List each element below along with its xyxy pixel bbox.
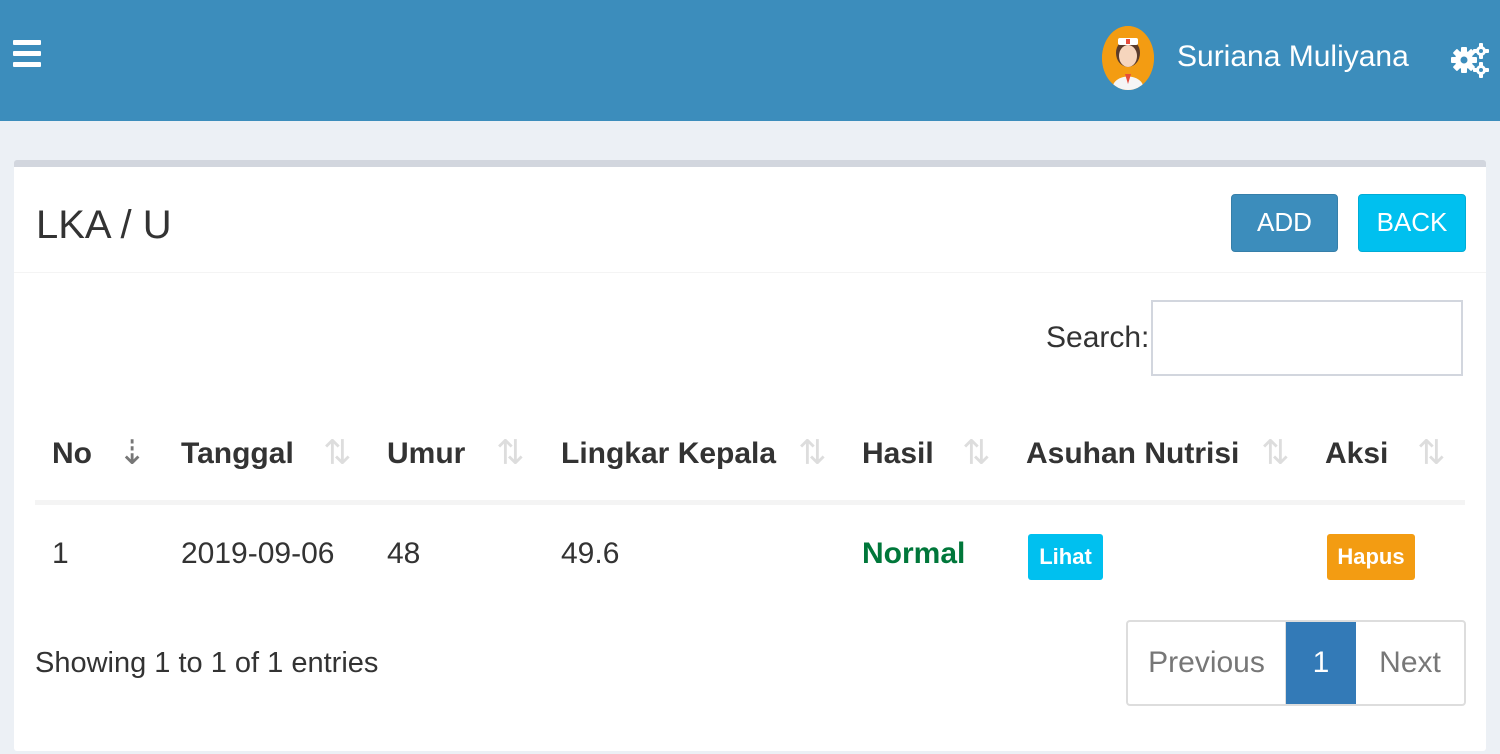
sort-asc-icon[interactable]: ⇣: [118, 433, 147, 473]
sort-icon[interactable]: ⇅: [962, 433, 991, 473]
column-header-aksi[interactable]: Aksi: [1325, 437, 1388, 471]
search-input[interactable]: [1151, 300, 1463, 376]
hamburger-icon[interactable]: [13, 40, 41, 70]
search-label: Search:: [1046, 321, 1150, 354]
sort-icon[interactable]: ⇅: [798, 433, 827, 473]
column-header-umur[interactable]: Umur: [387, 437, 465, 471]
avatar[interactable]: [1102, 26, 1154, 90]
cell-hasil: Normal: [862, 537, 966, 570]
column-header-hasil[interactable]: Hasil: [862, 437, 934, 471]
back-button[interactable]: BACK: [1358, 194, 1466, 252]
previous-page-button[interactable]: Previous: [1128, 622, 1286, 704]
cell-tanggal: 2019-09-06: [181, 537, 335, 570]
sort-icon[interactable]: ⇅: [1261, 433, 1290, 473]
page-title: LKA / U: [36, 203, 172, 247]
page-1-button[interactable]: 1: [1286, 622, 1356, 704]
add-button[interactable]: ADD: [1231, 194, 1338, 252]
cell-umur: 48: [387, 537, 421, 570]
gears-icon[interactable]: [1450, 40, 1490, 80]
cell-no: 1: [52, 537, 69, 570]
sort-icon[interactable]: ⇅: [496, 433, 525, 473]
table-header-divider: [35, 500, 1465, 505]
user-name[interactable]: Suriana Muliyana: [1177, 40, 1409, 74]
next-page-button[interactable]: Next: [1356, 622, 1464, 704]
column-header-asuhan-nutrisi[interactable]: Asuhan Nutrisi: [1026, 437, 1239, 471]
top-navbar: Suriana Muliyana: [0, 0, 1500, 121]
column-header-no[interactable]: No: [52, 437, 92, 471]
sort-icon[interactable]: ⇅: [1417, 433, 1446, 473]
column-header-tanggal[interactable]: Tanggal: [181, 437, 294, 471]
box-header-divider: [14, 272, 1486, 273]
lihat-button[interactable]: Lihat: [1028, 534, 1103, 580]
hapus-button[interactable]: Hapus: [1327, 534, 1415, 580]
content-box: LKA / U ADD BACK Search: No ⇣ Tanggal ⇅ …: [14, 160, 1486, 751]
pagination: Previous 1 Next: [1126, 620, 1466, 706]
column-header-lingkar-kepala[interactable]: Lingkar Kepala: [561, 437, 776, 471]
cell-lingkar-kepala: 49.6: [561, 537, 620, 570]
sort-icon[interactable]: ⇅: [323, 433, 352, 473]
entries-info: Showing 1 to 1 of 1 entries: [35, 647, 379, 679]
